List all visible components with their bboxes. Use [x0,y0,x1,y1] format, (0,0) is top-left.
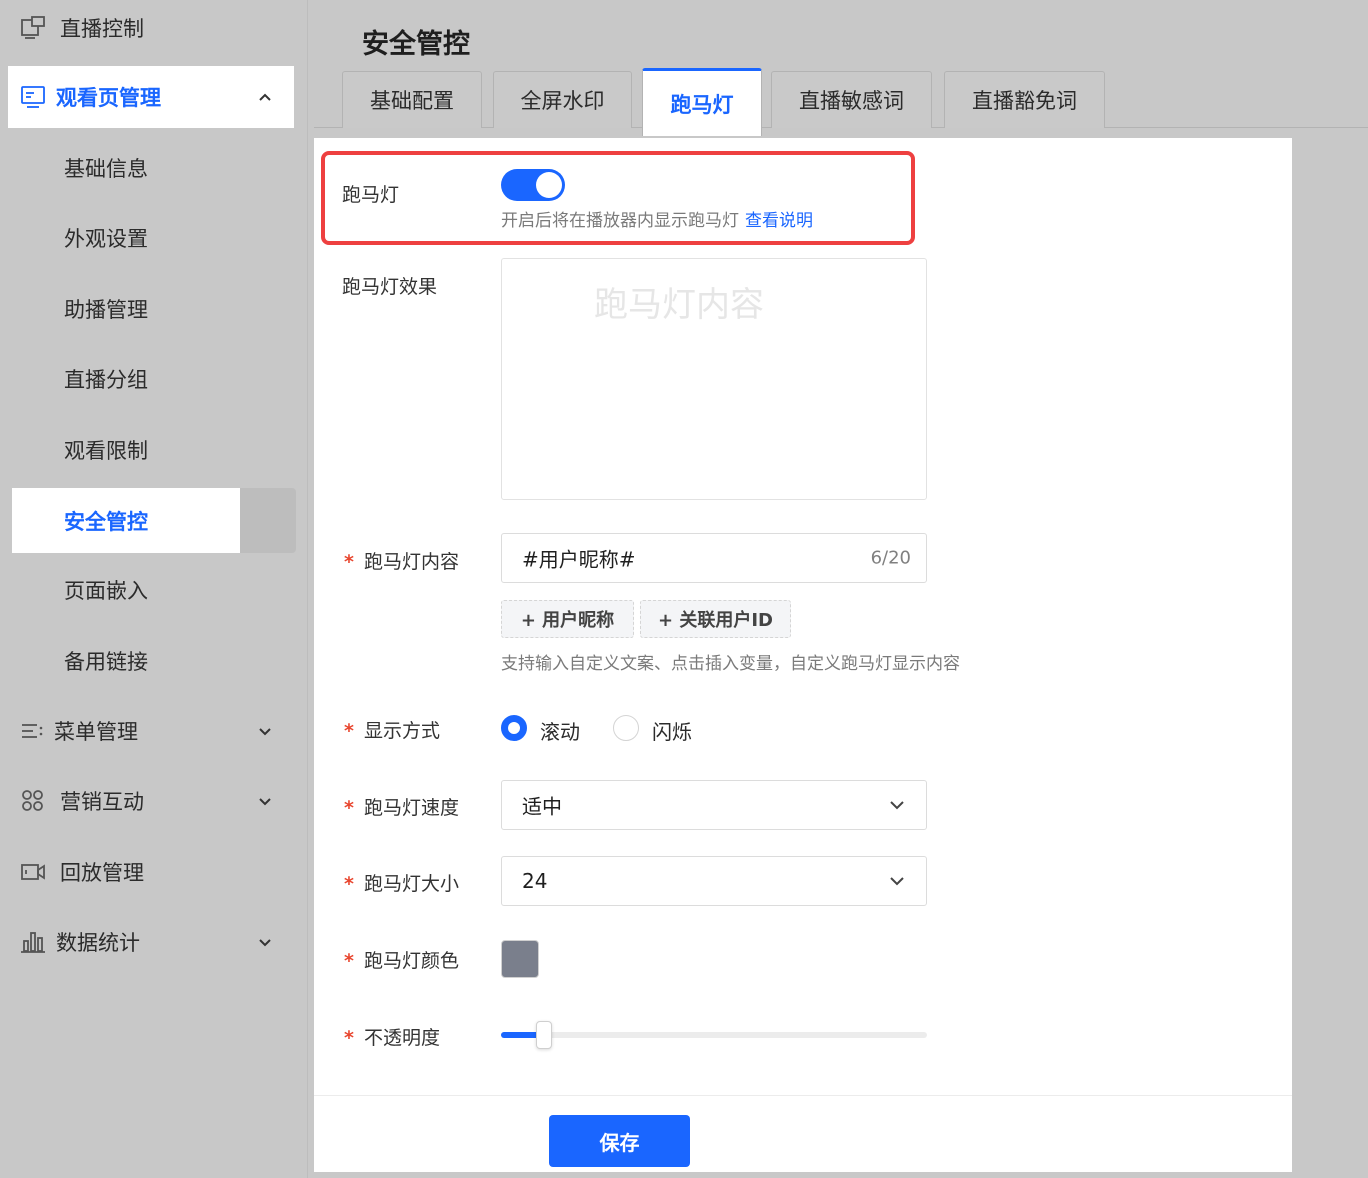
menu-list-icon [22,724,43,738]
sidebar-subitem-label: 观看限制 [64,439,148,463]
page-title: 安全管控 [362,29,470,60]
footer-divider [314,1095,1292,1096]
radio-scroll[interactable] [501,715,527,741]
required-mark: * [344,797,354,819]
sidebar-item-live-control[interactable]: 直播控制 [0,0,300,56]
opacity-label: * 不透明度 [344,1023,440,1050]
insert-userid-button[interactable]: + 关联用户ID [640,600,791,638]
chevron-down-icon [890,801,904,810]
sidebar-item-label: 菜单管理 [54,720,138,744]
sidebar-subitem-basic-info[interactable]: 基础信息 [0,140,300,196]
live-control-icon [21,16,45,39]
sidebar-item-replay[interactable]: 回放管理 [0,844,300,900]
display-mode-label: * 显示方式 [344,716,440,743]
size-select[interactable]: 24 [501,856,927,906]
marquee-content-input[interactable]: #用户昵称# 6/20 [501,533,927,583]
sidebar-subitem-label: 直播分组 [64,368,148,392]
required-mark: * [344,873,354,895]
tab-sensitive-words[interactable]: 直播敏感词 [771,71,932,128]
bar-chart-icon [21,932,45,953]
sidebar-subitem-label: 助播管理 [64,298,148,322]
insert-nickname-button[interactable]: + 用户昵称 [501,600,634,638]
video-camera-icon [21,864,45,880]
sidebar-item-label: 数据统计 [56,931,140,955]
color-swatch[interactable] [501,940,539,978]
sidebar-subitem-page-embed[interactable]: 页面嵌入 [0,562,300,618]
sidebar-subitem-backup-link[interactable]: 备用链接 [0,633,300,689]
required-mark: * [344,950,354,972]
required-mark: * [344,551,354,573]
char-counter: 6/20 [870,547,911,569]
tab-marquee[interactable]: 跑马灯 [642,68,762,136]
sidebar-subitem-watch-limit[interactable]: 观看限制 [0,422,300,478]
display-mode-label-text: 显示方式 [363,720,440,742]
sidebar-subitem-label: 页面嵌入 [64,579,148,603]
speed-label-text: 跑马灯速度 [363,797,459,819]
size-label-text: 跑马灯大小 [363,873,459,895]
radio-scroll-label[interactable]: 滚动 [540,716,580,745]
sidebar-item-label: 营销互动 [60,790,144,814]
sidebar-subitem-label: 安全管控 [64,509,148,534]
sidebar-subitem-live-group[interactable]: 直播分组 [0,351,300,407]
content-label: * 跑马灯内容 [344,547,459,574]
sidebar-subitem-appearance[interactable]: 外观设置 [0,210,300,266]
sidebar-subitem-security[interactable]: 安全管控 [12,488,240,553]
save-button[interactable]: 保存 [549,1115,690,1167]
sidebar-item-label: 直播控制 [60,17,144,41]
opacity-label-text: 不透明度 [363,1027,440,1049]
sidebar: 直播控制 观看页管理 基础信息 外观设置 助播管理 直播分组 观看限制 安全管控… [0,0,308,1178]
marquee-effect-preview: 跑马灯内容 [501,258,927,500]
effect-label: 跑马灯效果 [342,276,438,298]
content-label-text: 跑马灯内容 [363,551,459,573]
chevron-down-icon [890,877,904,886]
tab-fullscreen-watermark[interactable]: 全屏水印 [493,71,632,128]
sidebar-item-marketing[interactable]: 营销互动 [0,773,300,829]
monitor-icon [21,86,45,108]
chevron-down-icon[interactable] [256,792,274,810]
sidebar-item-watch-page[interactable]: 观看页管理 [8,66,294,128]
speed-select-value: 适中 [522,794,562,819]
tab-basic-config[interactable]: 基础配置 [342,71,482,128]
preview-marquee-text: 跑马灯内容 [594,285,764,325]
sidebar-item-label: 回放管理 [60,861,144,885]
chevron-up-icon[interactable] [256,88,274,106]
opacity-slider-handle[interactable] [536,1021,552,1049]
sidebar-item-stats[interactable]: 数据统计 [0,914,300,970]
sidebar-item-menu-manage[interactable]: 菜单管理 [0,703,300,759]
marquee-toggle-label: 跑马灯 [342,184,400,206]
required-mark: * [344,720,354,742]
toggle-knob [536,172,562,198]
radio-flash[interactable] [613,715,639,741]
required-mark: * [344,1027,354,1049]
content-input-value: #用户昵称# [522,547,636,572]
sidebar-subitem-label: 基础信息 [64,157,148,181]
sidebar-subitem-label: 备用链接 [64,650,148,674]
color-label: * 跑马灯颜色 [344,946,459,973]
size-label: * 跑马灯大小 [344,869,459,896]
sidebar-subitem-assistant[interactable]: 助播管理 [0,281,300,337]
chevron-down-icon[interactable] [256,933,274,951]
view-instructions-link[interactable]: 查看说明 [745,211,813,231]
marquee-toggle-switch[interactable] [501,169,565,201]
opacity-slider[interactable] [501,1021,927,1049]
speed-select[interactable]: 适中 [501,780,927,830]
color-label-text: 跑马灯颜色 [363,950,459,972]
sidebar-item-label: 观看页管理 [56,86,161,110]
size-select-value: 24 [522,869,548,893]
marquee-hint-text: 开启后将在播放器内显示跑马灯 [501,211,739,231]
content-hint: 支持输入自定义文案、点击插入变量，自定义跑马灯显示内容 [501,654,960,674]
radio-flash-label[interactable]: 闪烁 [652,716,692,745]
sidebar-subitem-label: 外观设置 [64,227,148,251]
grid-apps-icon [22,790,43,811]
chevron-down-icon[interactable] [256,722,274,740]
tab-exempt-words[interactable]: 直播豁免词 [944,71,1105,128]
marquee-settings-panel: 跑马灯 开启后将在播放器内显示跑马灯 查看说明 跑马灯效果 跑马灯内容 * 跑马灯内… [314,138,1292,1172]
marquee-hint: 开启后将在播放器内显示跑马灯 查看说明 [501,206,813,231]
speed-label: * 跑马灯速度 [344,793,459,820]
